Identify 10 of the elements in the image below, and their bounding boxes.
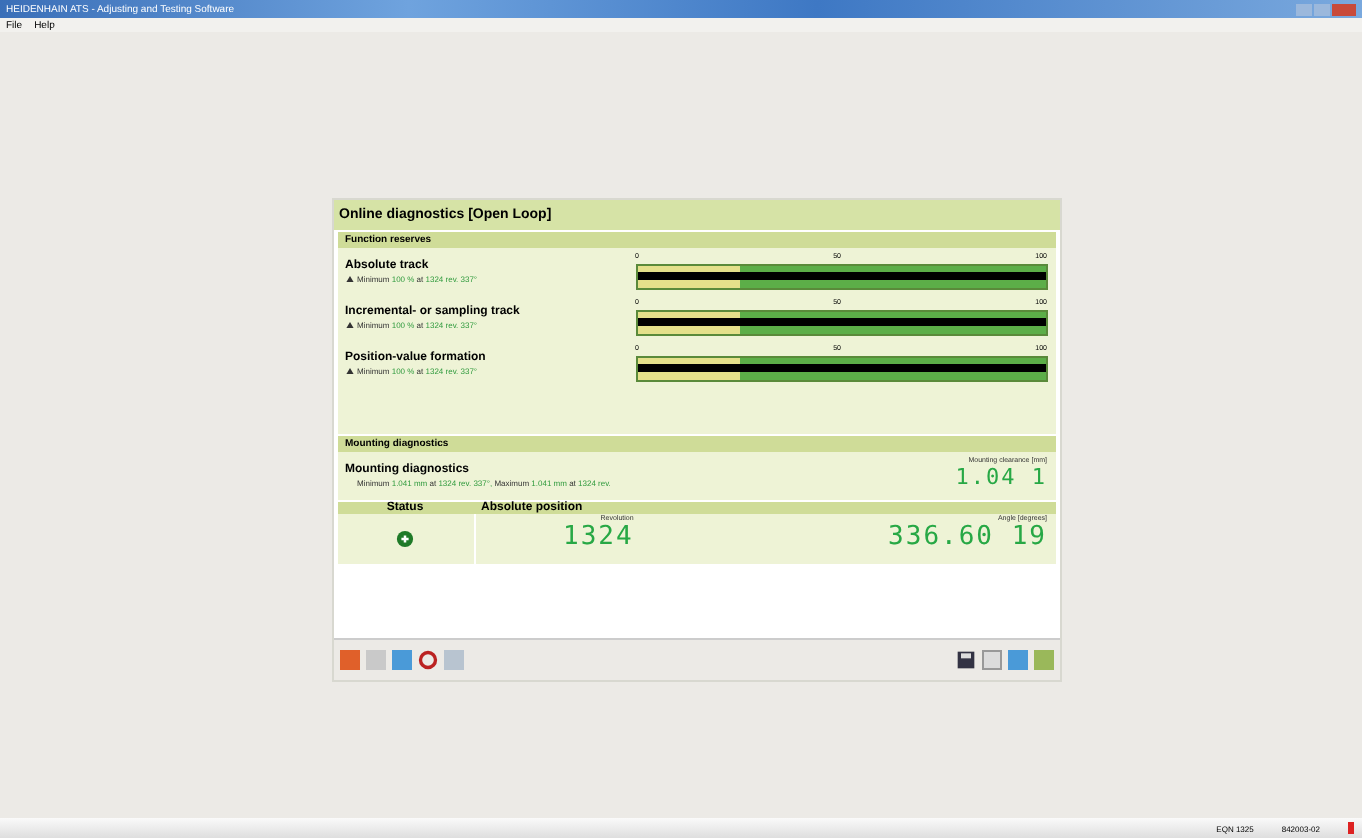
save-icon[interactable] [955, 650, 975, 670]
triangle-icon [345, 321, 353, 327]
triangle-icon [345, 367, 353, 373]
minimize-button[interactable] [1296, 3, 1312, 15]
clearance-reading: 1.04 1 [955, 464, 1047, 490]
triangle-icon [345, 275, 353, 281]
revolution-reading: 1324 [563, 522, 634, 552]
angle-reading: 336.60 19 [888, 522, 1047, 552]
close-button[interactable] [1332, 3, 1356, 15]
maximize-button[interactable] [1314, 3, 1330, 15]
